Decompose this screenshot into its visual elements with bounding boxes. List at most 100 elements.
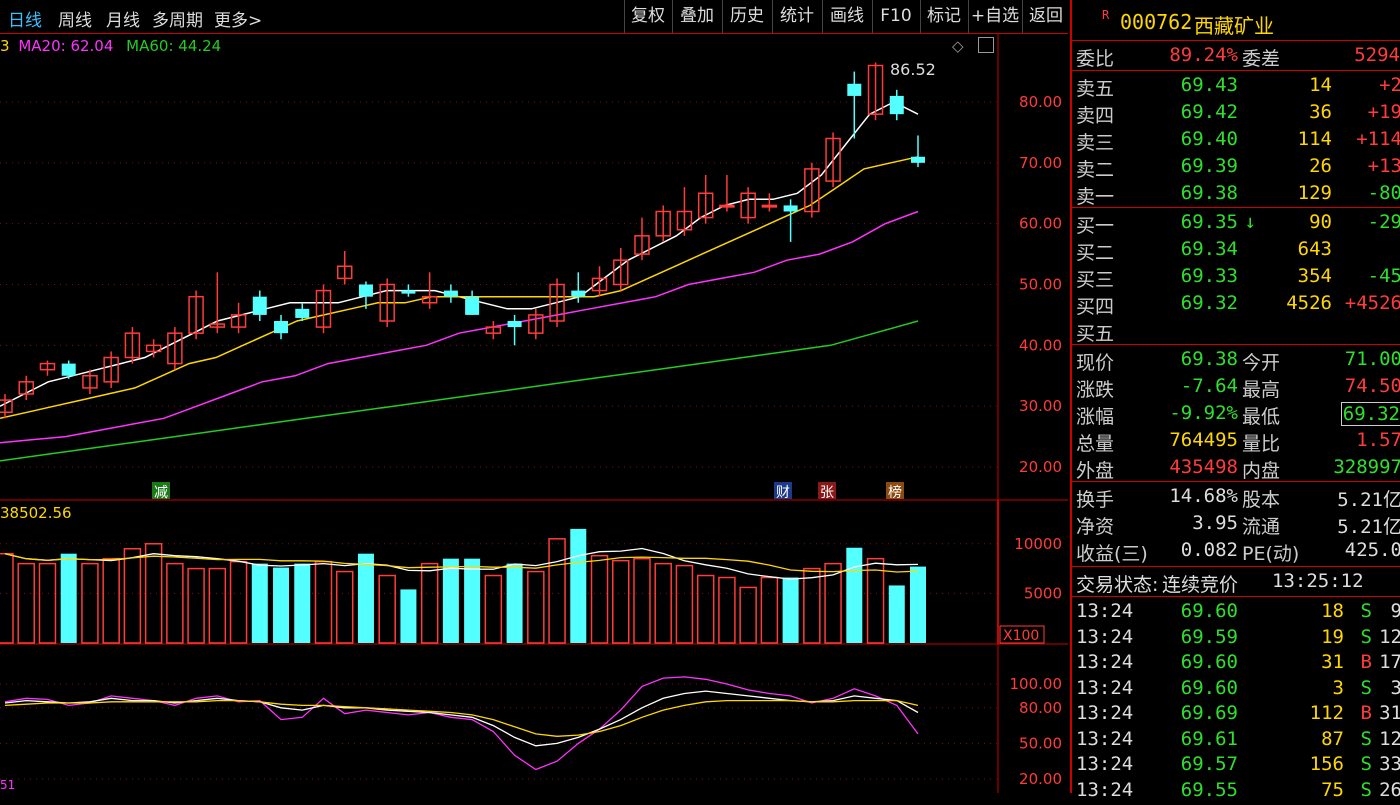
- tick-price: 69.69: [1180, 702, 1238, 724]
- tick-volume: 31: [1321, 651, 1344, 673]
- tick-count: 12: [1379, 625, 1400, 648]
- event-tag-ranking[interactable]: 榜: [886, 482, 904, 501]
- order-ratio-value: 89.24%: [1169, 44, 1238, 66]
- tab-daily[interactable]: 日线: [8, 6, 42, 31]
- quote-label-left: 涨幅: [1076, 406, 1115, 428]
- tick-row: 13:24 69.61 87 S 12: [1072, 728, 1400, 754]
- ask-label: 卖三: [1076, 132, 1115, 154]
- quote-label-right: 内盘: [1242, 460, 1281, 482]
- volume-bar: [102, 557, 120, 644]
- fund-label-left: 换手: [1076, 489, 1115, 511]
- tick-price: 69.60: [1180, 600, 1238, 622]
- tick-row: 13:24 69.57 156 S 33: [1072, 753, 1400, 779]
- event-tag-finance[interactable]: 财: [774, 482, 792, 501]
- volume-bar: [484, 574, 503, 644]
- ma20-label: MA20: 62.04: [18, 37, 114, 55]
- order-diff-label: 委差: [1242, 48, 1281, 70]
- ask-price: 69.39: [1180, 155, 1238, 177]
- ma-legend-prefix: 3: [0, 37, 10, 55]
- event-tag-reduce[interactable]: 减: [152, 482, 170, 501]
- panel-toggle-icon[interactable]: [978, 37, 994, 53]
- volume-axis-label: 5000: [1024, 584, 1062, 602]
- volume-bar: [803, 567, 821, 644]
- fund-label-right: 流通: [1242, 516, 1281, 538]
- quote-label-right: 最低: [1242, 406, 1281, 428]
- ask-volume: 36: [1309, 101, 1332, 123]
- bid-price: 69.32: [1180, 292, 1238, 314]
- quote-value-right: 71.00: [1344, 348, 1400, 370]
- quote-value-left: 69.38: [1180, 348, 1238, 370]
- candle-body: [761, 204, 778, 208]
- ask-level: 卖一 69.38 129 -80: [1072, 182, 1400, 208]
- tick-row: 13:24 69.60 18 S 9: [1072, 600, 1400, 626]
- fund-value-left: 3.95: [1192, 512, 1238, 534]
- volume-bar: [506, 563, 523, 643]
- order-diff-value: 5294: [1354, 44, 1400, 66]
- ma60-label: MA60: 44.24: [126, 37, 222, 55]
- quote-value-left: -9.92%: [1169, 402, 1238, 424]
- overlay-button[interactable]: 叠加: [672, 0, 721, 33]
- volume-bar: [166, 562, 184, 644]
- ma-line: [0, 320, 919, 462]
- tick-row: 13:24 69.60 31 B 17: [1072, 651, 1400, 677]
- chart-area[interactable]: 80.00 70.00 60.00 50.00 40.00 30.00 20.00 10000…: [0, 34, 1068, 793]
- tick-side: S: [1360, 676, 1372, 699]
- volume-bar: [17, 562, 35, 644]
- ask-volume: 14: [1309, 74, 1332, 96]
- tick-side: S: [1360, 753, 1372, 775]
- ma-legend: 3 MA20: 62.04 MA60: 44.24: [0, 37, 221, 55]
- statistics-button[interactable]: 统计: [772, 0, 821, 33]
- price-axis-label: 30.00: [1019, 397, 1062, 415]
- trade-status-label: 交易状态:: [1076, 574, 1159, 596]
- tick-volume: 3: [1332, 676, 1344, 699]
- osc-axis-label: 20.00: [1019, 770, 1062, 788]
- bid-change: -45: [1367, 265, 1400, 287]
- volume-bar: [229, 560, 248, 644]
- candle-body: [61, 363, 76, 376]
- stock-badge: R: [1102, 8, 1110, 22]
- volume-bar: [273, 567, 290, 643]
- volume-bar: [782, 577, 799, 643]
- f10-button[interactable]: F10: [872, 0, 919, 33]
- volume-bar: [208, 567, 227, 644]
- volume-bar: [420, 562, 439, 644]
- fund-label-left: 收益(三): [1076, 543, 1148, 565]
- volume-bar: [548, 538, 566, 644]
- tab-multi-period[interactable]: 多周期: [152, 6, 203, 31]
- tick-count: 31: [1379, 702, 1400, 724]
- candle-body: [847, 83, 862, 96]
- quote-value-right: 69.32: [1340, 402, 1400, 426]
- adjust-button[interactable]: 复权: [624, 0, 671, 33]
- price-axis-label: 70.00: [1019, 154, 1062, 172]
- quote-label-left: 现价: [1076, 352, 1115, 374]
- osc-bottom-label: 51: [0, 778, 16, 792]
- history-button[interactable]: 历史: [722, 0, 771, 33]
- volume-bar: [739, 586, 757, 644]
- event-tag-rise[interactable]: 张: [818, 482, 836, 501]
- volume-bar: [187, 567, 205, 644]
- tick-time: 13:24: [1076, 778, 1134, 801]
- oscillator-line: [4, 676, 919, 771]
- tick-side: S: [1360, 778, 1372, 801]
- add-watchlist-button[interactable]: +自选: [968, 0, 1021, 33]
- volume-bar: [81, 562, 99, 644]
- mark-button[interactable]: 标记: [920, 0, 967, 33]
- volume-bar: [144, 543, 163, 644]
- fund-value-right: 425.0: [1344, 539, 1400, 561]
- ask-label: 卖五: [1076, 78, 1115, 100]
- back-button[interactable]: 返回: [1022, 0, 1069, 33]
- candle-body: [911, 156, 925, 163]
- tab-monthly[interactable]: 月线: [106, 6, 140, 31]
- volume-bar: [123, 547, 142, 644]
- tab-more[interactable]: 更多>: [214, 6, 262, 31]
- tab-weekly[interactable]: 周线: [58, 6, 92, 31]
- candle-body: [507, 321, 522, 328]
- draw-line-button[interactable]: 画线: [822, 0, 871, 33]
- candle-body: [889, 95, 904, 115]
- diamond-icon[interactable]: ◇: [952, 37, 964, 55]
- candle-body: [719, 204, 735, 208]
- price-chart-svg[interactable]: 80.00 70.00 60.00 50.00 40.00 30.00 20.00 10000…: [0, 34, 1068, 793]
- quote-value-right: 74.50: [1344, 375, 1400, 397]
- candle-body: [465, 296, 480, 315]
- bid-change: +4526: [1344, 292, 1400, 314]
